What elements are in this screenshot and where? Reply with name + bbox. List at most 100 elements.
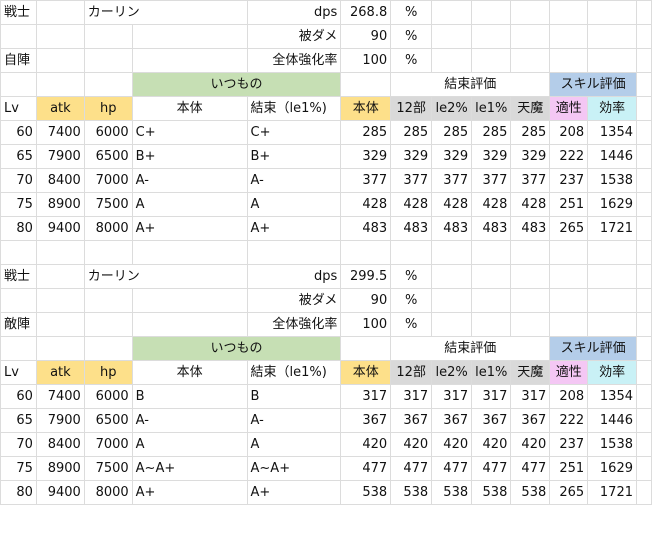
data-cell[interactable]: A~A+ — [246, 456, 342, 481]
empty-cell[interactable] — [636, 480, 652, 505]
empty-cell[interactable] — [636, 24, 652, 49]
data-cell[interactable]: 317 — [431, 384, 473, 409]
param-value-cell[interactable]: 90 — [340, 288, 392, 313]
empty-cell[interactable] — [35, 336, 85, 361]
empty-cell[interactable] — [636, 0, 652, 25]
empty-cell[interactable] — [83, 312, 133, 337]
empty-cell[interactable] — [431, 24, 473, 49]
data-cell[interactable]: 483 — [390, 216, 433, 241]
data-cell[interactable]: 317 — [510, 384, 551, 409]
data-cell[interactable]: 317 — [471, 384, 512, 409]
group-header-kessoku[interactable]: 結束評価 — [390, 336, 551, 361]
column-header-cell[interactable]: Lv — [0, 360, 37, 385]
column-header-cell[interactable]: 天魔 — [510, 96, 551, 121]
empty-cell[interactable] — [587, 0, 637, 25]
empty-cell[interactable] — [587, 288, 637, 313]
empty-cell[interactable] — [83, 48, 133, 73]
data-cell[interactable]: 7900 — [35, 408, 85, 433]
param-unit-cell[interactable]: % — [390, 264, 433, 289]
empty-cell[interactable] — [83, 24, 133, 49]
job-cell[interactable]: 戦士 — [0, 264, 37, 289]
data-cell[interactable]: 285 — [431, 120, 473, 145]
data-cell[interactable]: 8000 — [83, 480, 133, 505]
data-cell[interactable]: 367 — [510, 408, 551, 433]
data-cell[interactable]: 367 — [471, 408, 512, 433]
empty-cell[interactable] — [35, 48, 85, 73]
column-header-cell[interactable]: hp — [83, 96, 133, 121]
character-name-cell[interactable]: カーリン — [83, 264, 248, 289]
empty-cell[interactable] — [549, 312, 589, 337]
data-cell[interactable]: C+ — [246, 120, 342, 145]
column-header-cell[interactable]: le1% — [471, 360, 512, 385]
empty-cell[interactable] — [587, 24, 637, 49]
empty-cell[interactable] — [636, 456, 652, 481]
data-cell[interactable]: 420 — [431, 432, 473, 457]
data-cell[interactable]: 377 — [340, 168, 392, 193]
empty-cell[interactable] — [510, 24, 551, 49]
data-cell[interactable]: 1354 — [587, 120, 637, 145]
data-cell[interactable]: 8000 — [83, 216, 133, 241]
empty-cell[interactable] — [587, 48, 637, 73]
empty-cell[interactable] — [636, 408, 652, 433]
data-cell[interactable]: 7000 — [83, 432, 133, 457]
data-cell[interactable]: 285 — [471, 120, 512, 145]
formation-cell[interactable]: 自陣 — [0, 48, 37, 73]
param-label-cell[interactable]: 被ダメ — [246, 288, 342, 313]
data-cell[interactable]: 1446 — [587, 144, 637, 169]
empty-cell[interactable] — [510, 0, 551, 25]
data-cell[interactable]: A- — [131, 408, 248, 433]
data-cell[interactable]: 8900 — [35, 456, 85, 481]
column-header-cell[interactable]: atk — [35, 360, 85, 385]
empty-cell[interactable] — [636, 432, 652, 457]
column-header-cell[interactable]: 12部 — [390, 360, 433, 385]
param-value-cell[interactable]: 299.5 — [340, 264, 392, 289]
param-unit-cell[interactable]: % — [390, 312, 433, 337]
data-cell[interactable]: 538 — [431, 480, 473, 505]
empty-cell[interactable] — [35, 264, 85, 289]
empty-cell[interactable] — [131, 288, 248, 313]
column-header-cell[interactable]: le2% — [431, 96, 473, 121]
data-cell[interactable]: A — [131, 432, 248, 457]
empty-cell[interactable] — [587, 312, 637, 337]
data-cell[interactable]: 7900 — [35, 144, 85, 169]
data-cell[interactable]: 6000 — [83, 120, 133, 145]
empty-cell[interactable] — [471, 24, 512, 49]
empty-cell[interactable] — [83, 72, 133, 97]
empty-cell[interactable] — [471, 264, 512, 289]
data-cell[interactable]: 8900 — [35, 192, 85, 217]
data-cell[interactable]: 483 — [431, 216, 473, 241]
data-cell[interactable]: 60 — [0, 384, 37, 409]
empty-cell[interactable] — [549, 24, 589, 49]
data-cell[interactable]: 538 — [390, 480, 433, 505]
data-cell[interactable]: 1721 — [587, 216, 637, 241]
group-header-itsumono[interactable]: いつもの — [131, 336, 342, 361]
data-cell[interactable]: A- — [131, 168, 248, 193]
data-cell[interactable]: 285 — [390, 120, 433, 145]
empty-cell[interactable] — [549, 240, 589, 265]
column-header-cell[interactable]: Lv — [0, 96, 37, 121]
empty-cell[interactable] — [471, 288, 512, 313]
data-cell[interactable]: 7400 — [35, 384, 85, 409]
empty-cell[interactable] — [35, 24, 85, 49]
empty-cell[interactable] — [431, 288, 473, 313]
param-label-cell[interactable]: dps — [246, 0, 342, 25]
column-header-cell[interactable]: 結束（le1%) — [246, 360, 342, 385]
empty-cell[interactable] — [83, 240, 133, 265]
empty-cell[interactable] — [549, 0, 589, 25]
data-cell[interactable]: 477 — [431, 456, 473, 481]
data-cell[interactable]: 1538 — [587, 168, 637, 193]
param-label-cell[interactable]: 全体強化率 — [246, 312, 342, 337]
data-cell[interactable]: 1629 — [587, 456, 637, 481]
data-cell[interactable]: 65 — [0, 408, 37, 433]
data-cell[interactable]: 6500 — [83, 144, 133, 169]
empty-cell[interactable] — [549, 48, 589, 73]
column-header-cell[interactable]: 本体 — [131, 360, 248, 385]
column-header-cell[interactable]: atk — [35, 96, 85, 121]
empty-cell[interactable] — [636, 120, 652, 145]
data-cell[interactable]: 477 — [390, 456, 433, 481]
empty-cell[interactable] — [636, 96, 652, 121]
data-cell[interactable]: A — [246, 432, 342, 457]
empty-cell[interactable] — [431, 240, 473, 265]
data-cell[interactable]: 75 — [0, 192, 37, 217]
data-cell[interactable]: 538 — [510, 480, 551, 505]
